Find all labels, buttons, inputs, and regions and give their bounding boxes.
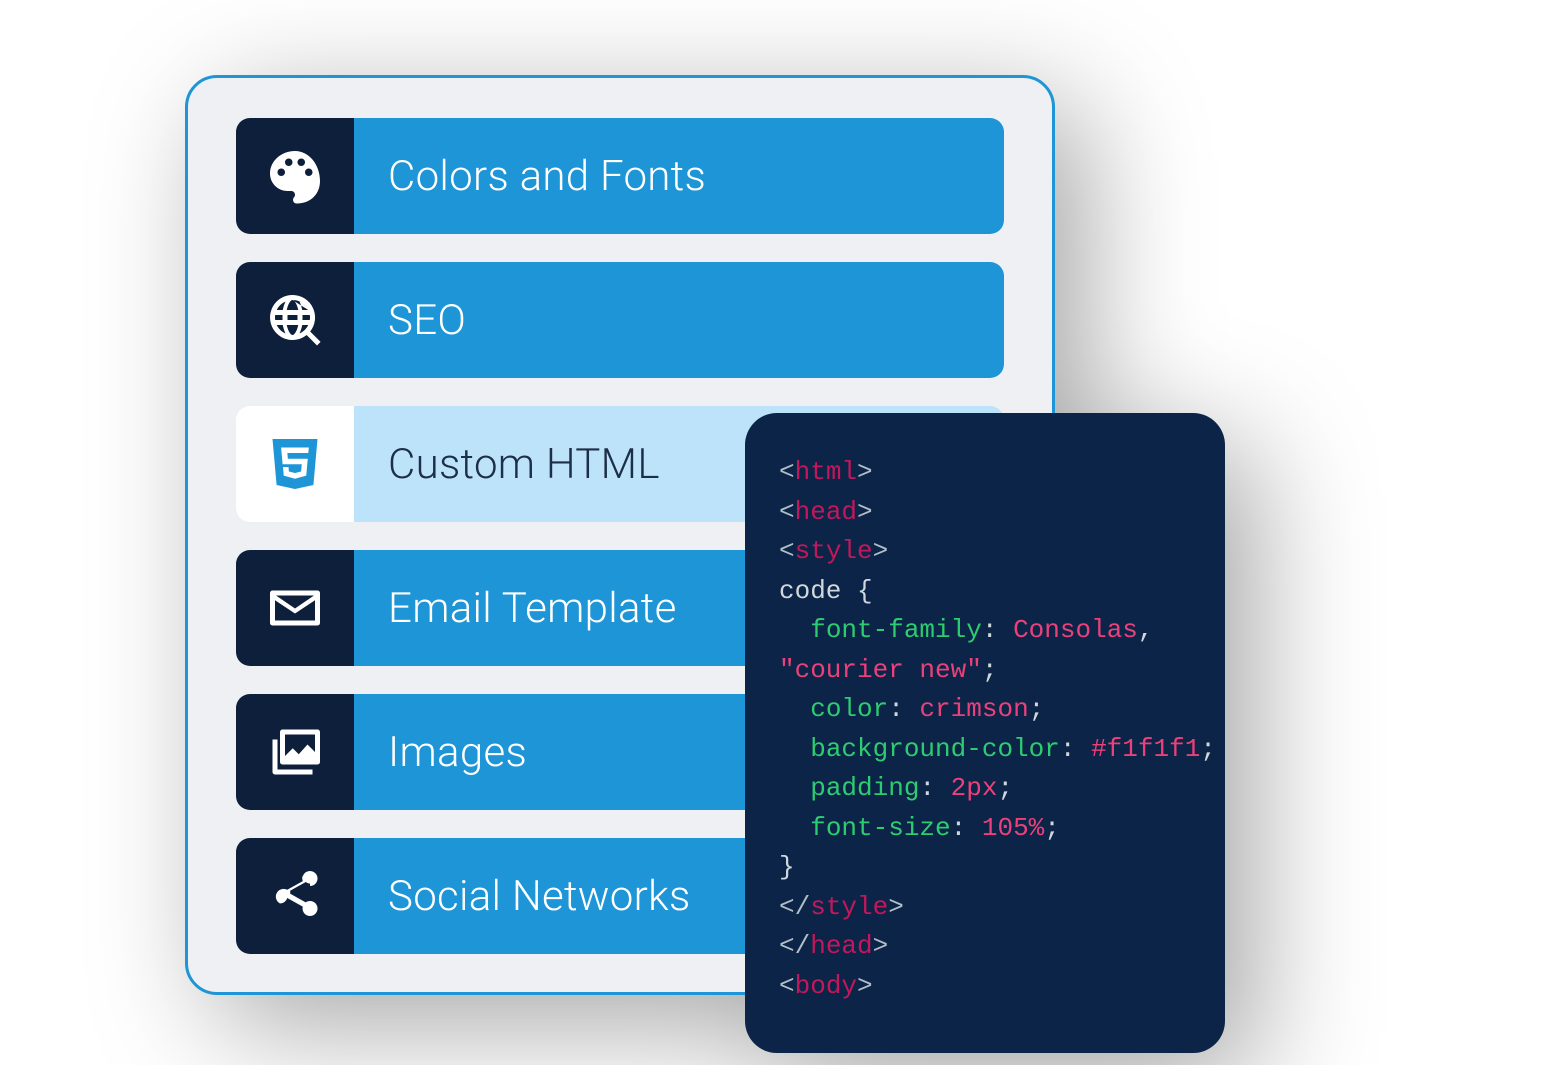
menu-item-colors-fonts[interactable]: Colors and Fonts — [236, 118, 1004, 234]
code-editor-panel: <html> <head> <style> code { font-family… — [745, 413, 1225, 1053]
menu-item-label: Colors and Fonts — [354, 118, 1004, 234]
code-block: <html> <head> <style> code { font-family… — [779, 453, 1219, 1006]
envelope-icon — [236, 550, 354, 666]
images-icon — [236, 694, 354, 810]
html5-icon — [236, 406, 354, 522]
menu-item-label: SEO — [354, 262, 1004, 378]
share-icon — [236, 838, 354, 954]
palette-icon — [236, 118, 354, 234]
composite-shadow: Colors and Fonts SEO Custom HTML Email T… — [105, 45, 1375, 1005]
menu-item-seo[interactable]: SEO — [236, 262, 1004, 378]
globe-search-icon — [236, 262, 354, 378]
